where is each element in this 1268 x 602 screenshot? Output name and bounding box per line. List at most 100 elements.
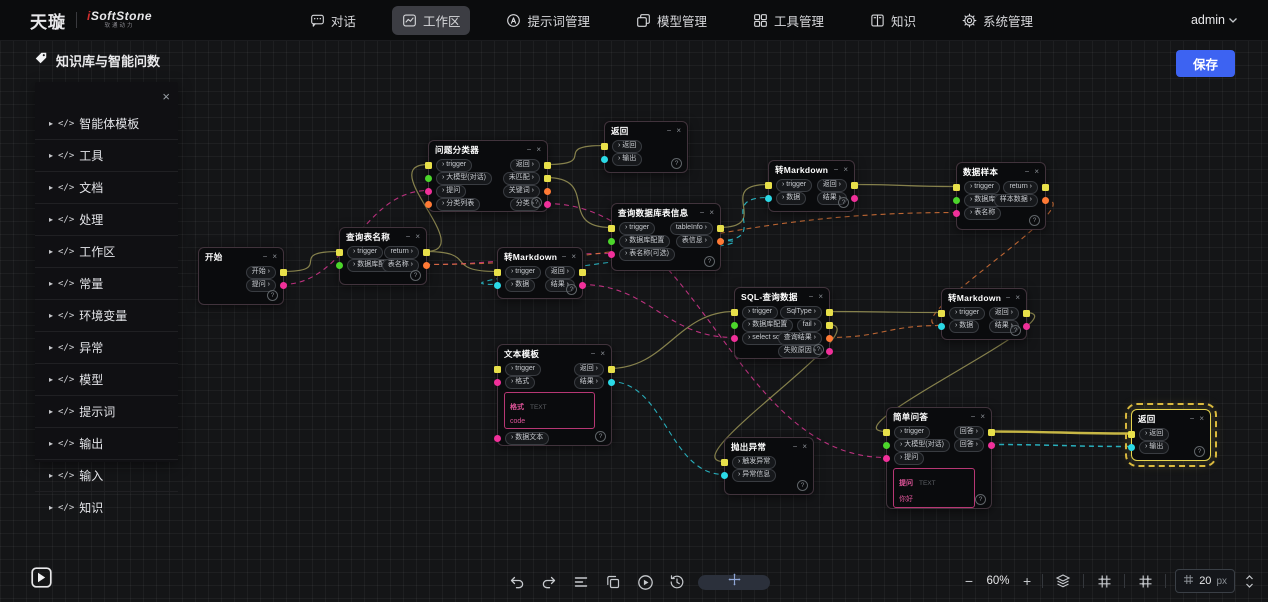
port-marker-green[interactable] — [883, 442, 890, 449]
port-marker-yellow[interactable] — [608, 225, 615, 232]
minimize-icon[interactable]: − — [809, 293, 814, 301]
nav-item-model[interactable]: 模型管理 — [626, 6, 717, 35]
help-icon[interactable]: ? — [410, 270, 421, 281]
palette-item[interactable]: ▸</>工作区 — [35, 235, 178, 267]
close-icon[interactable]: × — [162, 90, 170, 103]
port-marker-yellow[interactable] — [579, 269, 586, 276]
palette-item[interactable]: ▸</>智能体模板 — [35, 108, 178, 139]
port-marker-yellow[interactable] — [425, 162, 432, 169]
minimize-icon[interactable]: − — [793, 443, 798, 451]
help-icon[interactable]: ? — [595, 431, 606, 442]
port-marker-green[interactable] — [953, 197, 960, 204]
help-icon[interactable]: ? — [797, 480, 808, 491]
nav-item-chat[interactable]: 对话 — [300, 6, 366, 35]
port-marker-pink[interactable] — [826, 348, 833, 355]
node-转Markdown[interactable]: 转Markdown−×› trigger› 数据返回 ›结果 ›? — [497, 247, 583, 299]
port-marker-pink[interactable] — [494, 379, 501, 386]
port-marker-yellow[interactable] — [1128, 431, 1135, 438]
layers-icon[interactable] — [1052, 570, 1074, 592]
redo-icon[interactable] — [538, 571, 560, 593]
port-marker-yellow[interactable] — [988, 429, 995, 436]
port-marker-yellow[interactable] — [721, 459, 728, 466]
port-marker-yellow[interactable] — [731, 309, 738, 316]
port-marker-pink[interactable] — [280, 282, 287, 289]
pan-tool-pill[interactable] — [698, 575, 770, 590]
canvas-grid[interactable] — [0, 0, 1268, 602]
console-toggle-button[interactable] — [31, 567, 52, 593]
minimize-icon[interactable]: − — [1006, 294, 1011, 302]
port-marker-pink[interactable] — [425, 188, 432, 195]
help-icon[interactable]: ? — [1194, 446, 1205, 457]
port-marker-yellow[interactable] — [953, 184, 960, 191]
node-返回[interactable]: 返回−×› 返回› 输出? — [604, 121, 688, 173]
node-抛出异常[interactable]: 抛出异常−×› 触发异常› 异常信息? — [724, 437, 814, 495]
undo-icon[interactable] — [506, 571, 528, 593]
zoom-out-button[interactable]: − — [963, 573, 975, 589]
port-marker-cyan[interactable] — [765, 195, 772, 202]
node-简单问答[interactable]: 简单问答−×› trigger› 大模型(对话)› 提问提问TEXT你好回答 ›… — [886, 407, 992, 509]
palette-item[interactable]: ▸</>处理 — [35, 203, 178, 235]
minimize-icon[interactable]: − — [527, 146, 532, 154]
minimize-icon[interactable]: − — [971, 413, 976, 421]
port-marker-pink[interactable] — [851, 195, 858, 202]
close-icon[interactable]: × — [980, 413, 985, 421]
port-marker-yellow[interactable] — [826, 309, 833, 316]
nav-item-knowledge[interactable]: 知识 — [860, 6, 926, 35]
port-marker-yellow[interactable] — [336, 249, 343, 256]
port-marker-green[interactable] — [731, 322, 738, 329]
port-marker-cyan[interactable] — [1128, 444, 1135, 451]
port-marker-orange[interactable] — [826, 335, 833, 342]
port-marker-yellow[interactable] — [494, 366, 501, 373]
zoom-in-button[interactable]: + — [1021, 573, 1033, 589]
palette-item[interactable]: ▸</>模型 — [35, 363, 178, 395]
node-开始[interactable]: 开始−×开始 ›提问 ›? — [198, 247, 284, 305]
minimize-icon[interactable]: − — [834, 166, 839, 174]
palette-item[interactable]: ▸</>异常 — [35, 331, 178, 363]
palette-item[interactable]: ▸</>常量 — [35, 267, 178, 299]
port-marker-orange[interactable] — [425, 201, 432, 208]
port-marker-yellow[interactable] — [765, 182, 772, 189]
close-icon[interactable]: × — [676, 127, 681, 135]
palette-item[interactable]: ▸</>提示词 — [35, 395, 178, 427]
help-icon[interactable]: ? — [1029, 215, 1040, 226]
node-文本模板[interactable]: 文本模板−×› trigger› 格式格式TEXTcode› 数据文本返回 ›结… — [497, 344, 612, 446]
port-marker-cyan[interactable] — [494, 282, 501, 289]
port-marker-cyan[interactable] — [938, 323, 945, 330]
port-marker-yellow[interactable] — [717, 225, 724, 232]
port-marker-pink[interactable] — [544, 201, 551, 208]
node-数据样本[interactable]: 数据样本−×› trigger› 数据库配置› 表名称return ›样本数据 … — [956, 162, 1046, 230]
help-icon[interactable]: ? — [1010, 325, 1021, 336]
port-marker-pink[interactable] — [494, 435, 501, 442]
port-marker-pink[interactable] — [988, 442, 995, 449]
close-icon[interactable]: × — [709, 209, 714, 217]
palette-item[interactable]: ▸</>文档 — [35, 171, 178, 203]
close-icon[interactable]: × — [1034, 168, 1039, 176]
port-marker-pink[interactable] — [953, 210, 960, 217]
save-button[interactable]: 保存 — [1176, 50, 1235, 77]
minimize-icon[interactable]: − — [700, 209, 705, 217]
minimize-icon[interactable]: − — [562, 253, 567, 261]
close-icon[interactable]: × — [1015, 294, 1020, 302]
admin-menu[interactable]: admin — [1191, 13, 1268, 27]
close-icon[interactable]: × — [600, 350, 605, 358]
close-icon[interactable]: × — [1199, 415, 1204, 423]
port-marker-yellow[interactable] — [544, 162, 551, 169]
close-icon[interactable]: × — [818, 293, 823, 301]
snap-object-icon[interactable] — [1134, 570, 1156, 592]
help-icon[interactable]: ? — [838, 197, 849, 208]
port-marker-green[interactable] — [608, 238, 615, 245]
port-marker-pink[interactable] — [608, 251, 615, 258]
port-marker-orange[interactable] — [423, 262, 430, 269]
help-icon[interactable]: ? — [671, 158, 682, 169]
port-marker-yellow[interactable] — [1023, 310, 1030, 317]
close-icon[interactable]: × — [571, 253, 576, 261]
node-config-box[interactable]: 提问TEXT你好 — [893, 468, 975, 508]
help-icon[interactable]: ? — [704, 256, 715, 267]
port-marker-yellow[interactable] — [938, 310, 945, 317]
port-marker-pink[interactable] — [579, 282, 586, 289]
node-返回[interactable]: 返回−×› 返回› 输出? — [1131, 409, 1211, 461]
close-icon[interactable]: × — [272, 253, 277, 261]
node-转Markdown[interactable]: 转Markdown−×› trigger› 数据返回 ›结果 ›? — [768, 160, 855, 212]
port-marker-yellow[interactable] — [826, 322, 833, 329]
minimize-icon[interactable]: − — [263, 253, 268, 261]
